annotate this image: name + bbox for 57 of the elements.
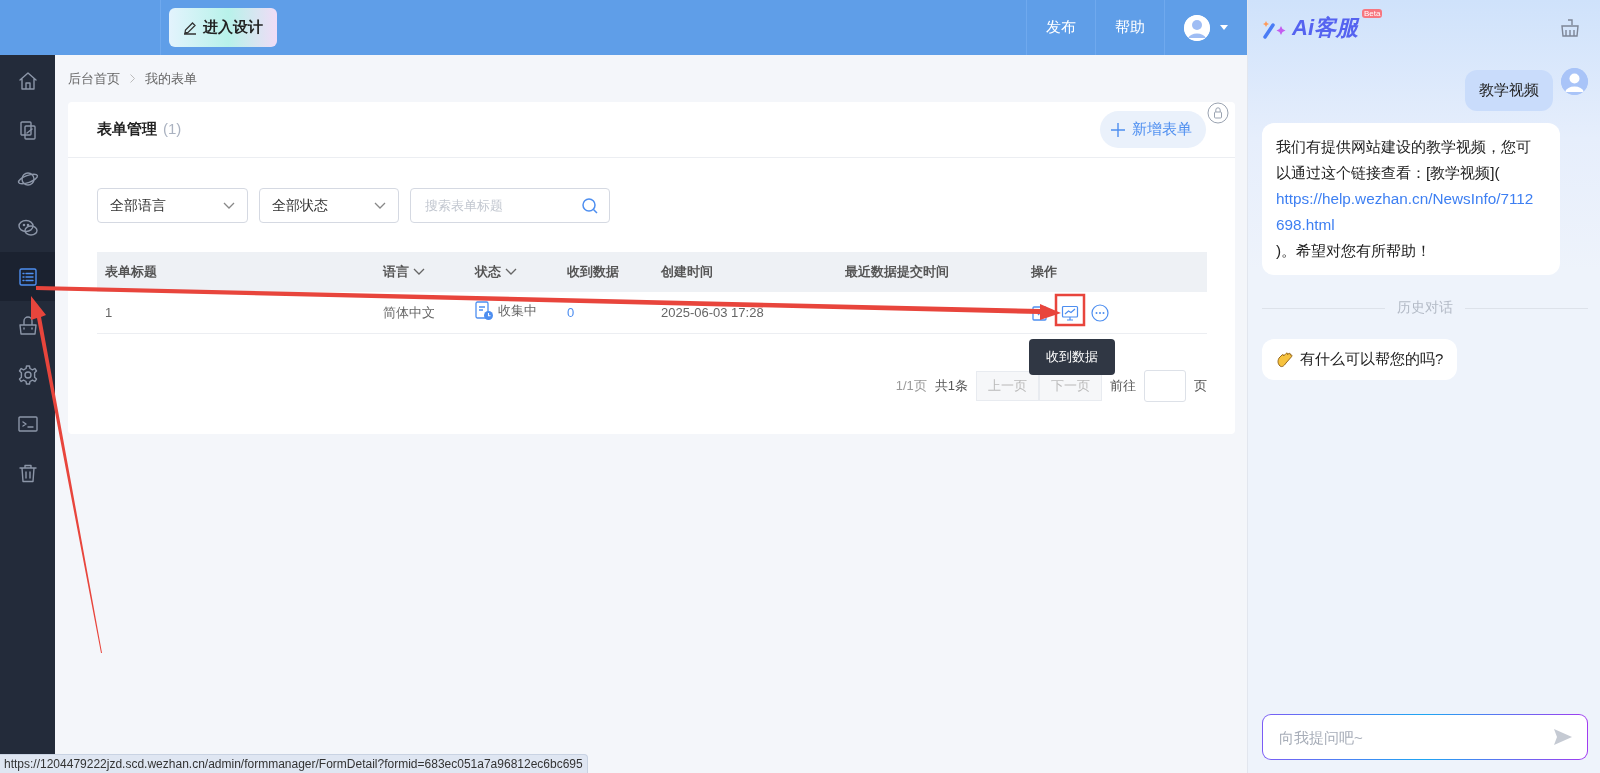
design-button[interactable]: 进入设计	[169, 8, 277, 47]
lock-icon[interactable]	[1207, 102, 1229, 124]
chevron-down-icon	[223, 201, 235, 210]
form-count: (1)	[163, 120, 182, 137]
status-bar-url: https://1204479222jzd.scd.wezhan.cn/admin/formmanager/FormDetail?formid=683ec051a7a96812ec6bc695	[0, 754, 588, 773]
assistant-message: 我们有提供网站建设的教学视频，您可以通过这个链接查看：[教学视频]( https://help.wezhan.cn/NewsInfo/7112698.html )。希望对您有所帮助！	[1262, 123, 1560, 275]
user-message: 教学视频	[1465, 70, 1553, 111]
status-cell: 收集中	[498, 302, 537, 320]
total-count: 共1条	[934, 377, 968, 395]
created-time-cell: 2025-06-03 17:28	[661, 305, 764, 320]
question-input-field[interactable]: 向我提问吧~	[1277, 727, 1553, 747]
bag-icon	[16, 314, 39, 337]
search-box[interactable]: 搜索表单标题	[410, 188, 610, 223]
breadcrumb-item[interactable]: 后台首页	[68, 69, 120, 88]
assistant-title: Ai客服	[1292, 13, 1358, 42]
add-form-button[interactable]: 新增表单	[1100, 111, 1206, 148]
form-icon	[16, 265, 39, 288]
form-title-cell: 1	[105, 305, 113, 320]
pencil-icon	[183, 20, 197, 35]
column-header: 表单标题	[105, 263, 157, 281]
highlight-box	[1054, 293, 1086, 327]
chevron-right-icon	[128, 74, 137, 83]
column-header: 操作	[1031, 263, 1057, 281]
breadcrumb-item: 我的表单	[145, 69, 197, 88]
form-clock-icon	[475, 301, 494, 321]
gear-icon	[16, 363, 39, 386]
sidebar-item[interactable]	[0, 252, 55, 301]
help-link[interactable]: https://help.wezhan.cn/NewsInfo/7112698.html	[1276, 186, 1538, 238]
history-divider-label: 历史对话	[1397, 299, 1453, 317]
search-icon[interactable]	[581, 196, 599, 215]
page-input[interactable]	[1144, 370, 1186, 402]
user-avatar-icon	[1561, 68, 1588, 95]
chart-monitor-icon[interactable]	[1061, 303, 1079, 322]
page-unit: 页	[1194, 377, 1207, 395]
chevron-down-icon[interactable]	[505, 268, 517, 276]
received-count-link[interactable]: 0	[567, 305, 575, 320]
chevron-down-icon	[374, 201, 386, 210]
chevron-down-icon[interactable]	[413, 268, 425, 276]
beta-badge: Beta	[1362, 8, 1383, 18]
column-header: 收到数据	[567, 263, 619, 281]
question-box[interactable]: 向我提问吧~	[1262, 714, 1588, 760]
column-header: 最近数据提交时间	[845, 263, 949, 281]
goto-label: 前往	[1110, 377, 1136, 395]
more-icon[interactable]	[1091, 303, 1109, 322]
column-header: 创建时间	[661, 263, 713, 281]
language-cell: 简体中文	[383, 304, 435, 320]
tooltip: 收到数据	[1029, 339, 1115, 375]
avatar-icon[interactable]	[1184, 14, 1210, 41]
top-nav-link[interactable]: 帮助	[1095, 0, 1164, 55]
greeting-message: 有什么可以帮您的吗?	[1262, 339, 1458, 380]
status-select[interactable]: 全部状态	[259, 188, 399, 223]
language-select[interactable]: 全部语言	[97, 188, 248, 223]
top-nav-link[interactable]: 发布	[1026, 0, 1095, 55]
dropdown-caret-icon[interactable]	[1220, 25, 1228, 30]
plus-icon	[1110, 121, 1126, 138]
card-title: 表单管理	[97, 120, 157, 139]
page-count: 1/1页	[895, 377, 927, 395]
